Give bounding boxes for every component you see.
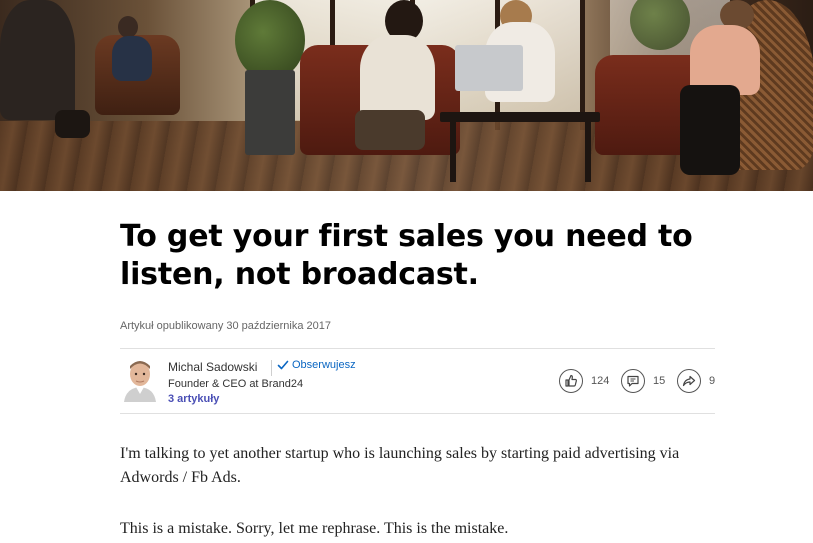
share-button[interactable] — [677, 369, 701, 393]
comments-control[interactable]: 15 — [621, 369, 665, 393]
name-divider — [271, 360, 272, 376]
follow-button[interactable]: Obserwujesz — [277, 359, 356, 371]
likes-control[interactable]: 124 — [559, 369, 609, 393]
comments-count: 15 — [653, 375, 666, 387]
shares-control[interactable]: 9 — [677, 369, 715, 393]
comment-icon — [627, 375, 639, 387]
author-role: Founder & CEO at Brand24 — [168, 378, 304, 390]
article-page: To get your first sales you need to list… — [0, 0, 813, 543]
hero-image — [0, 0, 813, 191]
shares-count: 9 — [709, 375, 716, 387]
comment-button[interactable] — [621, 369, 645, 393]
author-avatar[interactable] — [120, 356, 160, 402]
divider-line — [120, 413, 715, 414]
share-arrow-icon — [682, 375, 696, 387]
divider-line — [120, 348, 715, 349]
author-articles-link[interactable]: 3 artykuły — [168, 393, 219, 405]
like-button[interactable] — [559, 369, 583, 393]
thumbs-up-icon — [565, 374, 577, 387]
likes-count: 124 — [591, 375, 610, 387]
published-date: Artykuł opublikowany 30 października 201… — [120, 320, 331, 332]
article-paragraph: This is a mistake. Sorry, let me rephras… — [120, 520, 509, 537]
author-name[interactable]: Michal Sadowski — [168, 360, 257, 374]
checkmark-icon — [277, 360, 289, 370]
article-paragraph: I'm talking to yet another startup who i… — [120, 445, 680, 486]
avatar-portrait-icon — [120, 356, 160, 402]
article-title: To get your first sales you need to list… — [120, 219, 693, 292]
follow-label: Obserwujesz — [292, 359, 356, 371]
